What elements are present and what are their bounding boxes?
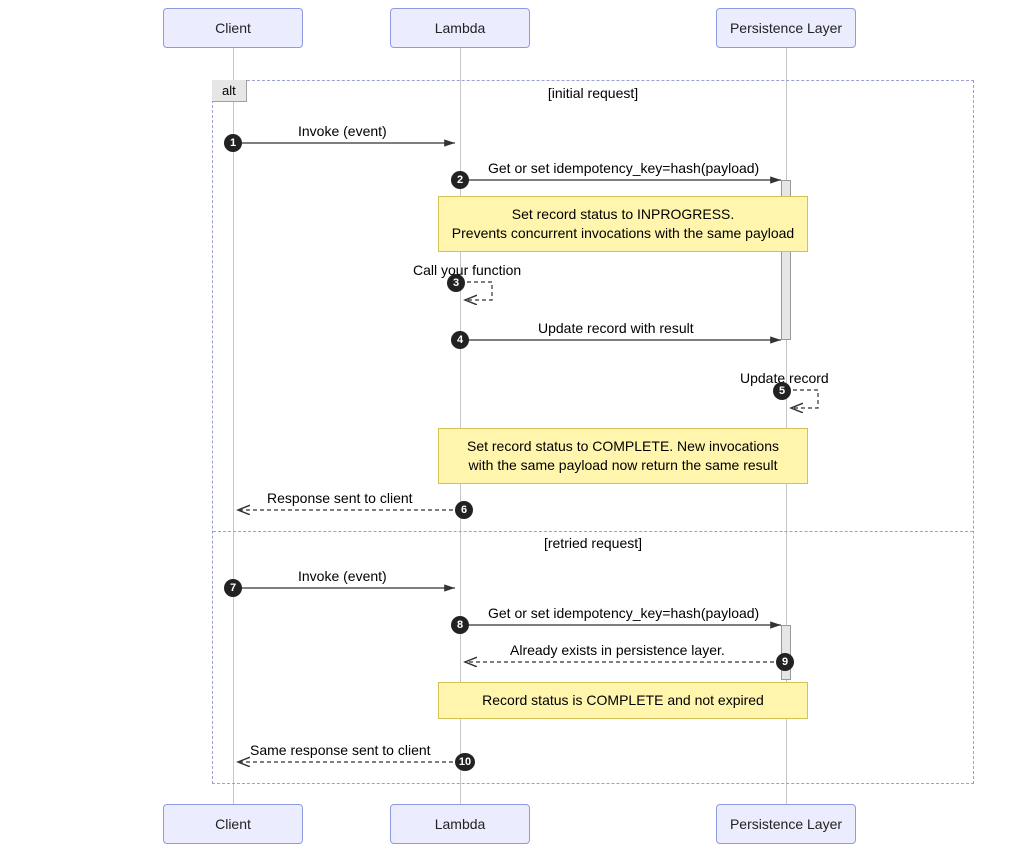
note-line: Set record status to INPROGRESS. xyxy=(512,206,735,222)
seq-num-6: 6 xyxy=(455,501,473,519)
msg-7: Invoke (event) xyxy=(298,568,387,584)
seq-num-7: 7 xyxy=(224,579,242,597)
actor-label: Lambda xyxy=(435,816,486,832)
actor-client-top: Client xyxy=(163,8,303,48)
actor-lambda-top: Lambda xyxy=(390,8,530,48)
actor-label: Client xyxy=(215,20,251,36)
msg-6: Response sent to client xyxy=(267,490,413,506)
actor-label: Persistence Layer xyxy=(730,20,842,36)
msg-1: Invoke (event) xyxy=(298,123,387,139)
alt-divider xyxy=(213,531,973,532)
msg-8: Get or set idempotency_key=hash(payload) xyxy=(488,605,759,621)
actor-label: Persistence Layer xyxy=(730,816,842,832)
seq-num-4: 4 xyxy=(451,331,469,349)
note-line: Record status is COMPLETE and not expire… xyxy=(482,692,764,708)
alt-section-1: [initial request] xyxy=(213,85,973,101)
note-2: Set record status to COMPLETE. New invoc… xyxy=(438,428,808,484)
actor-label: Lambda xyxy=(435,20,486,36)
seq-num-2: 2 xyxy=(451,171,469,189)
note-3: Record status is COMPLETE and not expire… xyxy=(438,682,808,719)
note-line: Set record status to COMPLETE. New invoc… xyxy=(467,438,779,454)
seq-num-1: 1 xyxy=(224,134,242,152)
msg-9: Already exists in persistence layer. xyxy=(510,642,725,658)
msg-3: Call your function xyxy=(413,262,521,278)
note-1: Set record status to INPROGRESS. Prevent… xyxy=(438,196,808,252)
note-line: with the same payload now return the sam… xyxy=(469,457,778,473)
seq-num-3: 3 xyxy=(447,274,465,292)
seq-num-5: 5 xyxy=(773,382,791,400)
msg-2: Get or set idempotency_key=hash(payload) xyxy=(488,160,759,176)
actor-persistence-bottom: Persistence Layer xyxy=(716,804,856,844)
note-line: Prevents concurrent invocations with the… xyxy=(452,225,794,241)
actor-persistence-top: Persistence Layer xyxy=(716,8,856,48)
msg-10: Same response sent to client xyxy=(250,742,431,758)
msg-4: Update record with result xyxy=(538,320,694,336)
actor-lambda-bottom: Lambda xyxy=(390,804,530,844)
alt-section-2: [retried request] xyxy=(213,535,973,551)
actor-client-bottom: Client xyxy=(163,804,303,844)
seq-num-9: 9 xyxy=(776,653,794,671)
seq-num-10: 10 xyxy=(455,753,475,771)
actor-label: Client xyxy=(215,816,251,832)
seq-num-8: 8 xyxy=(451,616,469,634)
